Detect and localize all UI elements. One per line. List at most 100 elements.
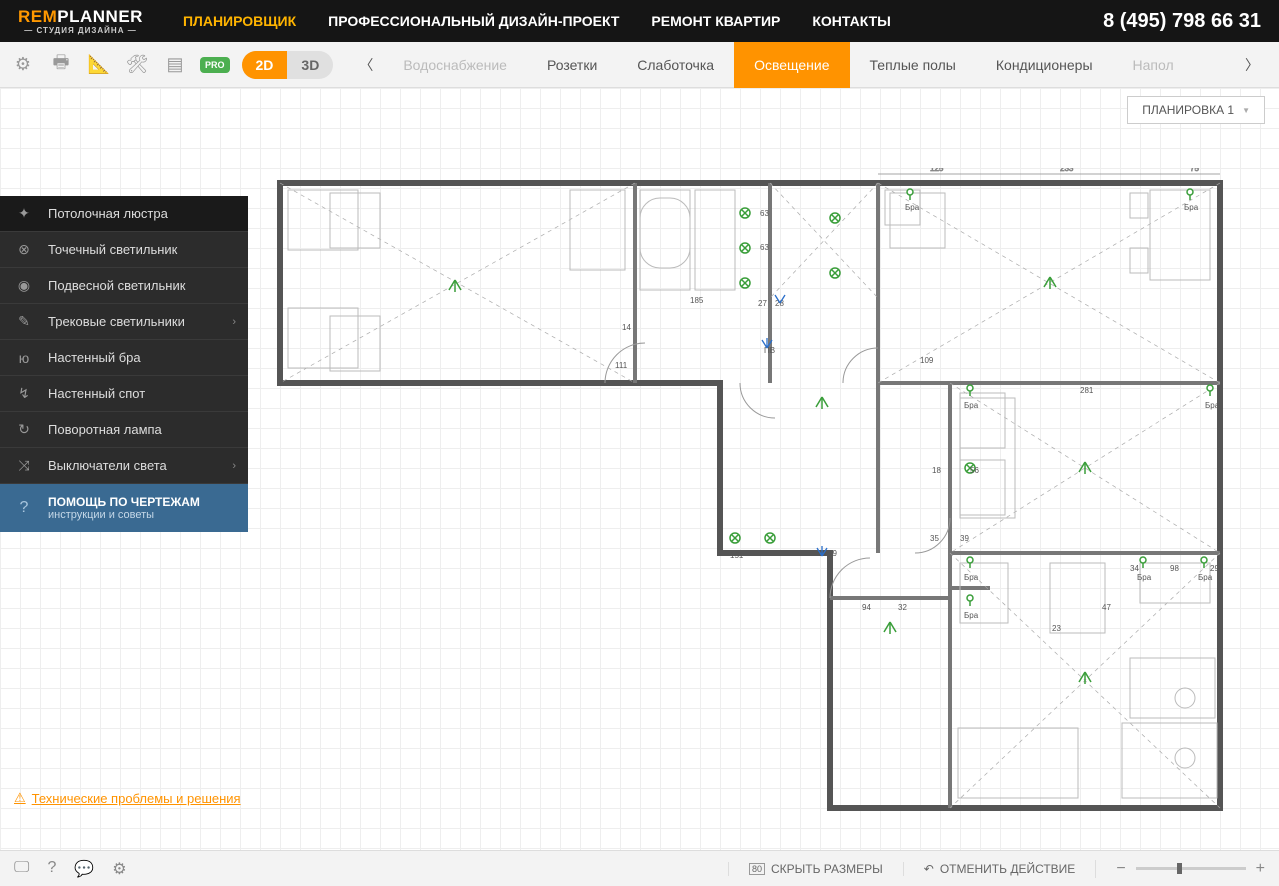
side-item-switches[interactable]: ⤨ Выключатели света › xyxy=(0,448,248,484)
view-3d-button[interactable]: 3D xyxy=(287,51,333,79)
pendant-icon: ◉ xyxy=(12,277,36,294)
footer-actions: 80 СКРЫТЬ РАЗМЕРЫ ↶ ОТМЕНИТЬ ДЕЙСТВИЕ − … xyxy=(728,860,1265,878)
dim-label: 32 xyxy=(898,603,907,612)
tab-warmfloor[interactable]: Теплые полы xyxy=(850,42,976,88)
side-item-label: Поворотная лампа xyxy=(48,422,162,437)
logo[interactable]: REMPLANNER — СТУДИЯ ДИЗАЙНА — xyxy=(18,8,143,35)
pv-label: ПВ xyxy=(764,346,775,355)
tabs-wrap: 〈 Водоснабжение Розетки Слаботочка Освещ… xyxy=(349,42,1269,88)
dim-label: 18 xyxy=(932,466,941,475)
help-icon: ? xyxy=(12,499,36,517)
tabs-next-icon[interactable]: 〉 xyxy=(1235,55,1269,75)
dim-label: 34 xyxy=(1130,564,1139,573)
dim-label: 75 xyxy=(1190,168,1199,173)
tab-lowvolt[interactable]: Слаботочка xyxy=(617,42,734,88)
spotlight-icon: ⊗ xyxy=(12,241,36,258)
rotary-icon: ↻ xyxy=(12,421,36,438)
zoom-slider[interactable] xyxy=(1136,867,1246,870)
ruler-icon[interactable]: 📐 xyxy=(86,52,112,78)
toolbar: ⚙ 🖶 📐 🛠 ▤ PRO 2D 3D 〈 Водоснабжение Розе… xyxy=(0,42,1279,88)
dim-label: 185 xyxy=(690,296,704,305)
tab-floor[interactable]: Напол xyxy=(1113,42,1194,88)
side-help-title: ПОМОЩЬ ПО ЧЕРТЕЖАМ xyxy=(48,495,200,509)
dim-label: 23 xyxy=(1052,624,1061,633)
chevron-right-icon: › xyxy=(232,316,236,328)
phone-number[interactable]: 8 (495) 798 66 31 xyxy=(1103,10,1261,33)
side-item-pendant[interactable]: ◉ Подвесной светильник xyxy=(0,268,248,304)
dim-label: 94 xyxy=(862,603,871,612)
dim-label: 35 xyxy=(930,534,939,543)
zoom-control: − + xyxy=(1095,860,1265,878)
gear-icon[interactable]: ⚙ xyxy=(10,52,36,78)
tools-icon[interactable]: 🛠 xyxy=(124,52,150,78)
logo-sub: — СТУДИЯ ДИЗАЙНА — xyxy=(18,27,143,35)
print-icon[interactable]: 🖶 xyxy=(48,52,74,78)
tech-problems-link[interactable]: Технические проблемы и решения xyxy=(14,790,241,806)
footer: 🖵 ? 💬 ⚙ 80 СКРЫТЬ РАЗМЕРЫ ↶ ОТМЕНИТЬ ДЕЙ… xyxy=(0,850,1279,886)
side-item-sconce[interactable]: ю Настенный бра xyxy=(0,340,248,376)
bra-label: Бра xyxy=(964,401,979,410)
dim-label: 63 xyxy=(760,243,769,252)
side-item-spotlight[interactable]: ⊗ Точечный светильник xyxy=(0,232,248,268)
tabs-prev-icon[interactable]: 〈 xyxy=(349,55,383,75)
side-panel: ✦ Потолочная люстра ⊗ Точечный светильни… xyxy=(0,196,248,532)
zoom-in-button[interactable]: + xyxy=(1256,860,1265,878)
monitor-icon[interactable]: 🖵 xyxy=(14,859,29,879)
side-help[interactable]: ? ПОМОЩЬ ПО ЧЕРТЕЖАМ инструкции и советы xyxy=(0,484,248,532)
tab-ac[interactable]: Кондиционеры xyxy=(976,42,1113,88)
dim-label: 98 xyxy=(1170,564,1179,573)
dim-label: 56 xyxy=(970,466,979,475)
track-icon: ✎ xyxy=(12,313,36,330)
dim-label: 151 xyxy=(730,551,744,560)
undo-button[interactable]: ↶ ОТМЕНИТЬ ДЕЙСТВИЕ xyxy=(903,862,1076,876)
logo-planner: PLANNER xyxy=(57,7,143,26)
side-help-sub: инструкции и советы xyxy=(48,509,200,521)
side-item-label: Потолочная люстра xyxy=(48,206,168,221)
switch-icon: ⤨ xyxy=(12,457,36,474)
layout-dropdown[interactable]: ПЛАНИРОВКА 1 xyxy=(1127,96,1265,124)
dim-label: 39 xyxy=(960,534,969,543)
dim-label: 27 xyxy=(758,299,767,308)
side-item-track[interactable]: ✎ Трековые светильники › xyxy=(0,304,248,340)
side-item-label: Трековые светильники xyxy=(48,314,185,329)
zoom-out-button[interactable]: − xyxy=(1116,860,1125,878)
bra-label: Бра xyxy=(1198,573,1213,582)
dim-label: 63 xyxy=(760,209,769,218)
dim-label: 29 xyxy=(1210,564,1219,573)
chevron-right-icon: › xyxy=(232,460,236,472)
footer-left: 🖵 ? 💬 ⚙ xyxy=(14,859,728,879)
tab-water[interactable]: Водоснабжение xyxy=(383,42,527,88)
bra-label: Бра xyxy=(1137,573,1152,582)
dim-label: 281 xyxy=(1080,386,1094,395)
side-item-label: Настенный бра xyxy=(48,350,141,365)
header: REMPLANNER — СТУДИЯ ДИЗАЙНА — ПЛАНИРОВЩИ… xyxy=(0,0,1279,42)
dim-badge: 80 xyxy=(749,863,765,875)
nav-contacts[interactable]: КОНТАКТЫ xyxy=(812,13,890,29)
canvas-area[interactable]: ПЛАНИРОВКА 1 ✦ Потолочная люстра ⊗ Точеч… xyxy=(0,88,1279,850)
bra-label: Бра xyxy=(1184,203,1199,212)
side-item-wallspot[interactable]: ↯ Настенный спот xyxy=(0,376,248,412)
settings-icon[interactable]: ⚙ xyxy=(112,859,126,879)
tab-lighting[interactable]: Освещение xyxy=(734,42,849,88)
tabs: Водоснабжение Розетки Слаботочка Освещен… xyxy=(383,42,1235,88)
tab-sockets[interactable]: Розетки xyxy=(527,42,617,88)
side-item-rotary[interactable]: ↻ Поворотная лампа xyxy=(0,412,248,448)
nav-design-project[interactable]: ПРОФЕССИОНАЛЬНЫЙ ДИЗАЙН-ПРОЕКТ xyxy=(328,13,619,29)
pro-badge[interactable]: PRO xyxy=(200,57,230,73)
side-item-label: Настенный спот xyxy=(48,386,145,401)
chat-icon[interactable]: 💬 xyxy=(74,859,94,879)
view-2d-button[interactable]: 2D xyxy=(242,51,288,79)
bra-label: Бра xyxy=(964,611,979,620)
nav-renovation[interactable]: РЕМОНТ КВАРТИР xyxy=(651,13,780,29)
layers-icon[interactable]: ▤ xyxy=(162,52,188,78)
dim-label: 111 xyxy=(615,361,628,370)
hide-dims-button[interactable]: 80 СКРЫТЬ РАЗМЕРЫ xyxy=(728,862,883,876)
side-item-chandelier[interactable]: ✦ Потолочная люстра xyxy=(0,196,248,232)
dim-label: 233 xyxy=(1060,168,1074,173)
dim-label: 47 xyxy=(1102,603,1111,612)
sconce-icon: ю xyxy=(12,350,36,366)
nav-planner[interactable]: ПЛАНИРОВЩИК xyxy=(183,13,296,29)
chandelier-icon: ✦ xyxy=(12,205,36,222)
help-circle-icon[interactable]: ? xyxy=(47,859,56,879)
floorplan[interactable]: 125 233 75 63 63 185 27 28 14 111 109 28… xyxy=(270,168,1230,818)
